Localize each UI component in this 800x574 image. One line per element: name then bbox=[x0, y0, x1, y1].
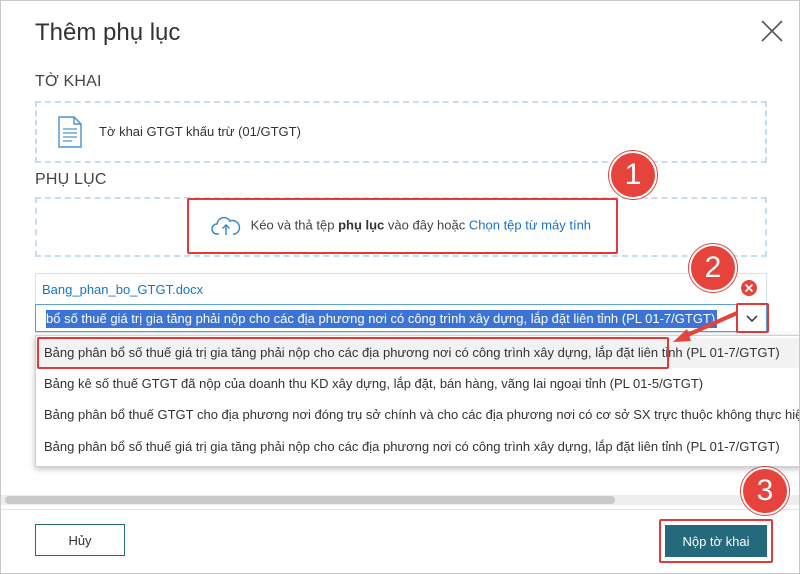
submit-button[interactable]: Nộp tờ khai bbox=[665, 525, 767, 557]
scrollbar-thumb[interactable] bbox=[5, 496, 615, 504]
remove-file-icon[interactable] bbox=[740, 279, 758, 297]
cancel-button[interactable]: Hủy bbox=[35, 524, 125, 556]
phu-luc-section-label: PHỤ LỤC bbox=[35, 171, 107, 188]
arrow-icon bbox=[673, 311, 738, 342]
file-name-link[interactable]: Bang_phan_bo_GTGT.docx bbox=[42, 282, 203, 297]
dialog-title: Thêm phụ lục bbox=[35, 19, 181, 46]
horizontal-scrollbar[interactable] bbox=[1, 495, 799, 505]
footer-divider bbox=[1, 509, 799, 510]
select-value: bổ số thuế giá trị gia tăng phải nộp cho… bbox=[46, 310, 718, 328]
add-appendix-dialog: Thêm phụ lục TỜ KHAI Tờ khai GTGT khấu t… bbox=[0, 0, 800, 574]
annotation-box-option bbox=[37, 337, 669, 369]
option-item[interactable]: Bảng kê số thuế GTGT đã nộp của doanh th… bbox=[36, 369, 799, 399]
document-icon bbox=[58, 116, 82, 148]
appendix-type-select[interactable]: bổ số thuế giá trị gia tăng phải nộp cho… bbox=[35, 304, 767, 332]
option-item[interactable]: Bảng phân bổ thuế GTGT cho địa phương nơ… bbox=[36, 400, 799, 430]
to-khai-box: Tờ khai GTGT khấu trừ (01/GTGT) bbox=[35, 101, 767, 163]
close-icon[interactable] bbox=[759, 18, 785, 44]
annotation-badge-3: 3 bbox=[741, 467, 789, 515]
option-item[interactable]: Bảng phân bổ số thuế giá trị gia tăng ph… bbox=[36, 432, 799, 462]
annotation-badge-1: 1 bbox=[609, 151, 657, 199]
annotation-box-1 bbox=[187, 198, 618, 254]
annotation-badge-2: 2 bbox=[689, 244, 737, 292]
to-khai-section-label: TỜ KHAI bbox=[35, 73, 102, 90]
to-khai-name: Tờ khai GTGT khấu trừ (01/GTGT) bbox=[99, 124, 301, 139]
